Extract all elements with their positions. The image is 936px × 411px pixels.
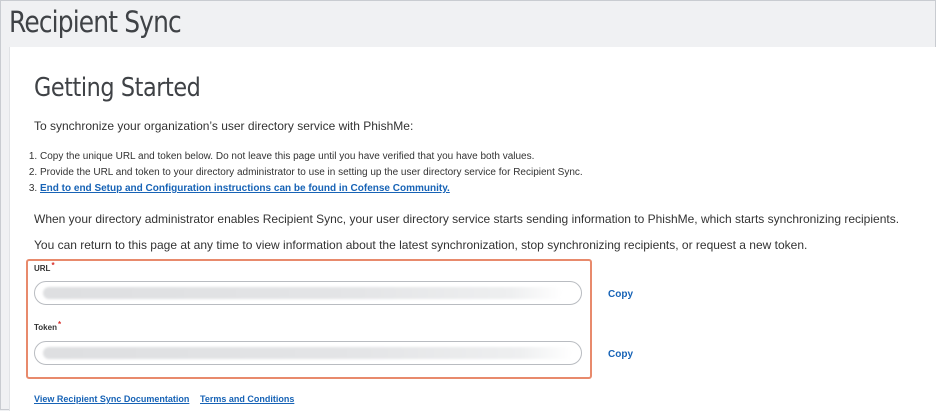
step-item: Copy the unique URL and token below. Do …	[40, 149, 583, 165]
page-title: Recipient Sync	[9, 5, 182, 39]
steps-list: Copy the unique URL and token below. Do …	[26, 149, 583, 197]
url-label-text: URL	[34, 264, 51, 273]
step-item: Provide the URL and token to your direct…	[40, 165, 583, 181]
step-item: End to end Setup and Configuration instr…	[40, 181, 583, 197]
copy-token-button[interactable]: Copy	[608, 349, 633, 360]
return-info-text: You can return to this page at any time …	[34, 238, 808, 252]
required-marker: *	[57, 320, 62, 329]
cofense-community-link[interactable]: End to end Setup and Configuration instr…	[40, 183, 450, 194]
app-window: Recipient Sync Getting Started To synchr…	[0, 0, 936, 411]
section-heading: Getting Started	[34, 73, 201, 103]
token-label: Token*	[34, 320, 62, 332]
required-marker: *	[51, 261, 55, 270]
token-field[interactable]	[34, 341, 582, 365]
url-label: URL*	[34, 261, 55, 273]
redacted-url-value	[43, 287, 563, 299]
intro-text: To synchronize your organization’s user …	[34, 119, 414, 133]
url-field[interactable]	[34, 281, 582, 305]
token-label-text: Token	[34, 323, 57, 332]
sync-description-text: When your directory administrator enable…	[34, 212, 900, 226]
terms-and-conditions-link[interactable]: Terms and Conditions	[200, 394, 294, 404]
copy-url-button[interactable]: Copy	[608, 289, 633, 300]
redacted-token-value	[43, 347, 573, 359]
view-documentation-link[interactable]: View Recipient Sync Documentation	[34, 394, 189, 404]
getting-started-panel: Getting Started To synchronize your orga…	[9, 47, 936, 411]
